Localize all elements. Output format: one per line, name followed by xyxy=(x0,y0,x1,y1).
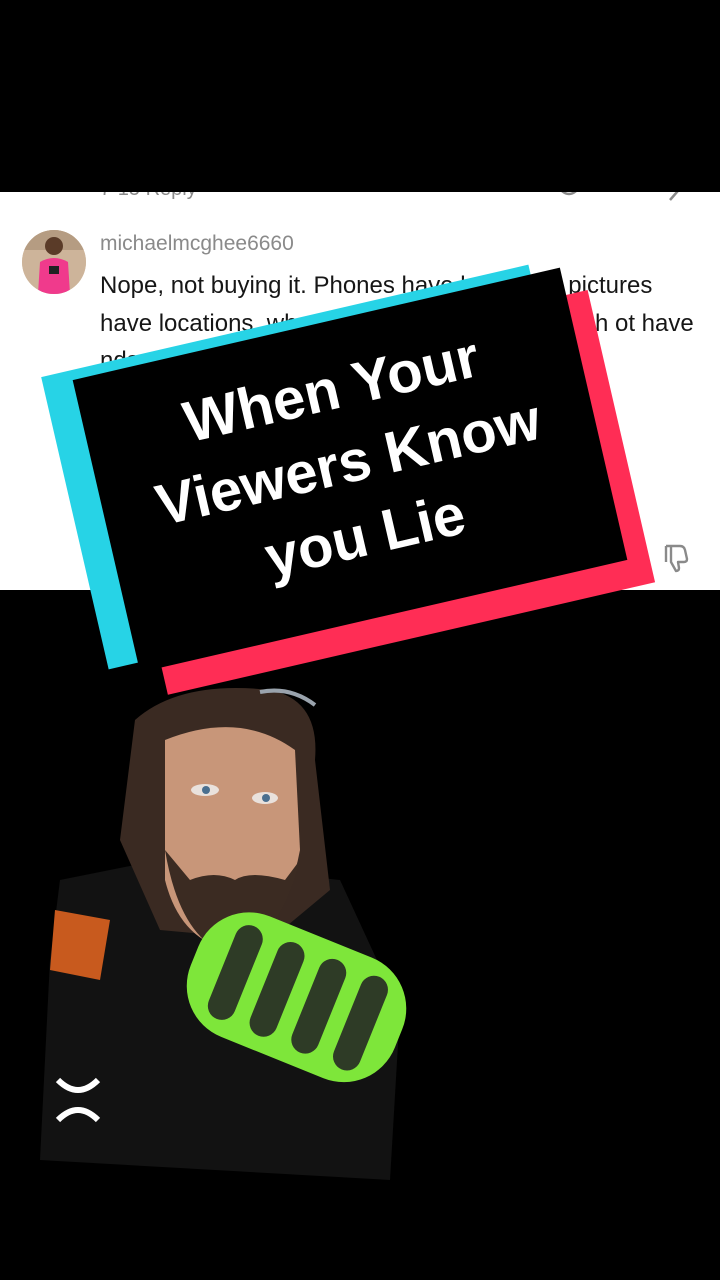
thumbs-down-icon[interactable] xyxy=(660,542,692,574)
video-person xyxy=(40,688,407,1180)
dislike-icon-previous[interactable] xyxy=(664,192,690,202)
avatar[interactable] xyxy=(22,230,86,294)
heart-icon[interactable] xyxy=(556,192,582,202)
comment-username[interactable]: michaelmcghee6660 xyxy=(100,232,294,256)
previous-comment-meta: 7-15 Reply xyxy=(100,192,197,201)
